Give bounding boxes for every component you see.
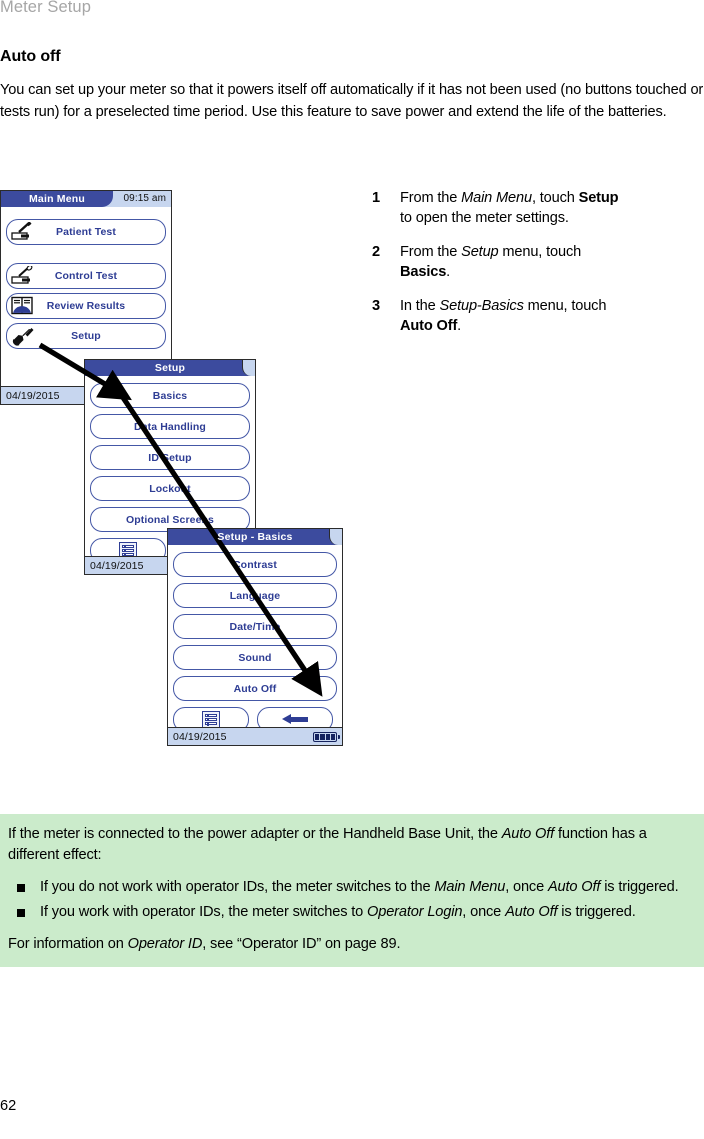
menu-button-patient-test[interactable]: Patient Test xyxy=(6,219,166,245)
open-book-icon xyxy=(10,296,36,316)
square-bullet-icon xyxy=(17,909,25,917)
setup-basics-titlebar-notch xyxy=(329,529,342,545)
note-tail: For information on Operator ID, see “Ope… xyxy=(8,936,401,952)
menu-button-sound[interactable]: Sound xyxy=(173,645,337,670)
setup-basics-date: 04/19/2015 xyxy=(173,730,227,743)
menu-button-label: Setup xyxy=(71,330,101,342)
menu-button-label: Auto Off xyxy=(233,682,277,695)
device-screens-figure: Main Menu 09:15 am Patient Test Control … xyxy=(0,185,360,775)
note-box: If the meter is connected to the power a… xyxy=(0,814,704,967)
menu-button-review-results[interactable]: Review Results xyxy=(6,293,166,319)
menu-button-lockout[interactable]: Lockout xyxy=(90,476,250,501)
main-menu-date: 04/19/2015 xyxy=(6,389,60,402)
menu-button-label: Contrast xyxy=(233,558,277,571)
setup-basics-body: Contrast Language Date/Time Sound Auto O… xyxy=(168,545,342,732)
page-number: 62 xyxy=(0,1098,17,1114)
menu-button-date-time[interactable]: Date/Time xyxy=(173,614,337,639)
menu-button-contrast[interactable]: Contrast xyxy=(173,552,337,577)
menu-button-label: Patient Test xyxy=(56,226,116,238)
list-menu-icon xyxy=(202,711,220,728)
setup-basics-bottombar: 04/19/2015 xyxy=(168,727,342,745)
step-text: From the Setup menu, touch Basics. xyxy=(400,244,582,280)
menu-button-basics[interactable]: Basics xyxy=(90,383,250,408)
note-bullet-item: If you do not work with operator IDs, th… xyxy=(8,877,696,898)
menu-button-label: Language xyxy=(229,589,281,602)
battery-full-icon xyxy=(313,731,340,742)
control-vial-strip-icon xyxy=(10,264,36,286)
instruction-steps: 1 From the Main Menu, touch Setup to ope… xyxy=(372,188,632,350)
step-number: 3 xyxy=(372,298,380,314)
device-screen-setup-basics: Setup - Basics Contrast Language Date/Ti… xyxy=(167,528,343,746)
wrench-icon xyxy=(10,326,36,346)
main-menu-titlebar: Main Menu 09:15 am xyxy=(1,191,171,207)
back-arrow-icon xyxy=(282,714,308,725)
menu-button-data-handling[interactable]: Data Handling xyxy=(90,414,250,439)
menu-button-label: Control Test xyxy=(54,270,118,282)
note-lead: If the meter is connected to the power a… xyxy=(8,826,647,863)
setup-title: Setup xyxy=(154,362,186,374)
setup-titlebar: Setup xyxy=(85,360,255,376)
lancet-strip-icon xyxy=(10,221,36,242)
menu-button-language[interactable]: Language xyxy=(173,583,337,608)
menu-button-label: Lockout xyxy=(149,482,191,495)
menu-button-label: Sound xyxy=(238,651,272,664)
main-menu-body: Patient Test Control Test Review Results… xyxy=(1,207,171,349)
note-bullet-text: If you do not work with operator IDs, th… xyxy=(40,879,679,895)
menu-button-label: Date/Time xyxy=(229,620,281,633)
step-number: 2 xyxy=(372,244,380,260)
menu-button-label: Review Results xyxy=(46,300,126,312)
setup-basics-titlebar: Setup - Basics xyxy=(168,529,342,545)
main-menu-clock: 09:15 am xyxy=(123,193,166,204)
step-number: 1 xyxy=(372,190,380,206)
main-menu-title: Main Menu xyxy=(28,193,86,205)
setup-titlebar-notch xyxy=(242,360,255,376)
step-1: 1 From the Main Menu, touch Setup to ope… xyxy=(372,188,632,228)
menu-button-label: ID Setup xyxy=(148,451,192,464)
setup-date: 04/19/2015 xyxy=(90,559,144,572)
menu-button-control-test[interactable]: Control Test xyxy=(6,263,166,289)
menu-button-label: Data Handling xyxy=(134,420,206,433)
note-bullet-item: If you work with operator IDs, the meter… xyxy=(8,902,696,923)
page-title: Auto off xyxy=(0,48,61,65)
step-2: 2 From the Setup menu, touch Basics. xyxy=(372,242,632,282)
square-bullet-icon xyxy=(17,884,25,892)
step-text: From the Main Menu, touch Setup to open … xyxy=(400,190,619,226)
setup-basics-title: Setup - Basics xyxy=(217,531,293,543)
step-text: In the Setup-Basics menu, touch Auto Off… xyxy=(400,298,607,334)
note-bullet-list: If you do not work with operator IDs, th… xyxy=(8,877,696,923)
menu-button-label: Optional Screens xyxy=(126,513,214,526)
note-bullet-text: If you work with operator IDs, the meter… xyxy=(40,904,636,920)
running-head: Meter Setup xyxy=(0,0,91,16)
menu-button-label: Basics xyxy=(152,389,188,402)
menu-button-setup[interactable]: Setup xyxy=(6,323,166,349)
menu-button-auto-off[interactable]: Auto Off xyxy=(173,676,337,701)
intro-paragraph: You can set up your meter so that it pow… xyxy=(0,82,704,120)
menu-button-id-setup[interactable]: ID Setup xyxy=(90,445,250,470)
step-3: 3 In the Setup-Basics menu, touch Auto O… xyxy=(372,296,632,336)
